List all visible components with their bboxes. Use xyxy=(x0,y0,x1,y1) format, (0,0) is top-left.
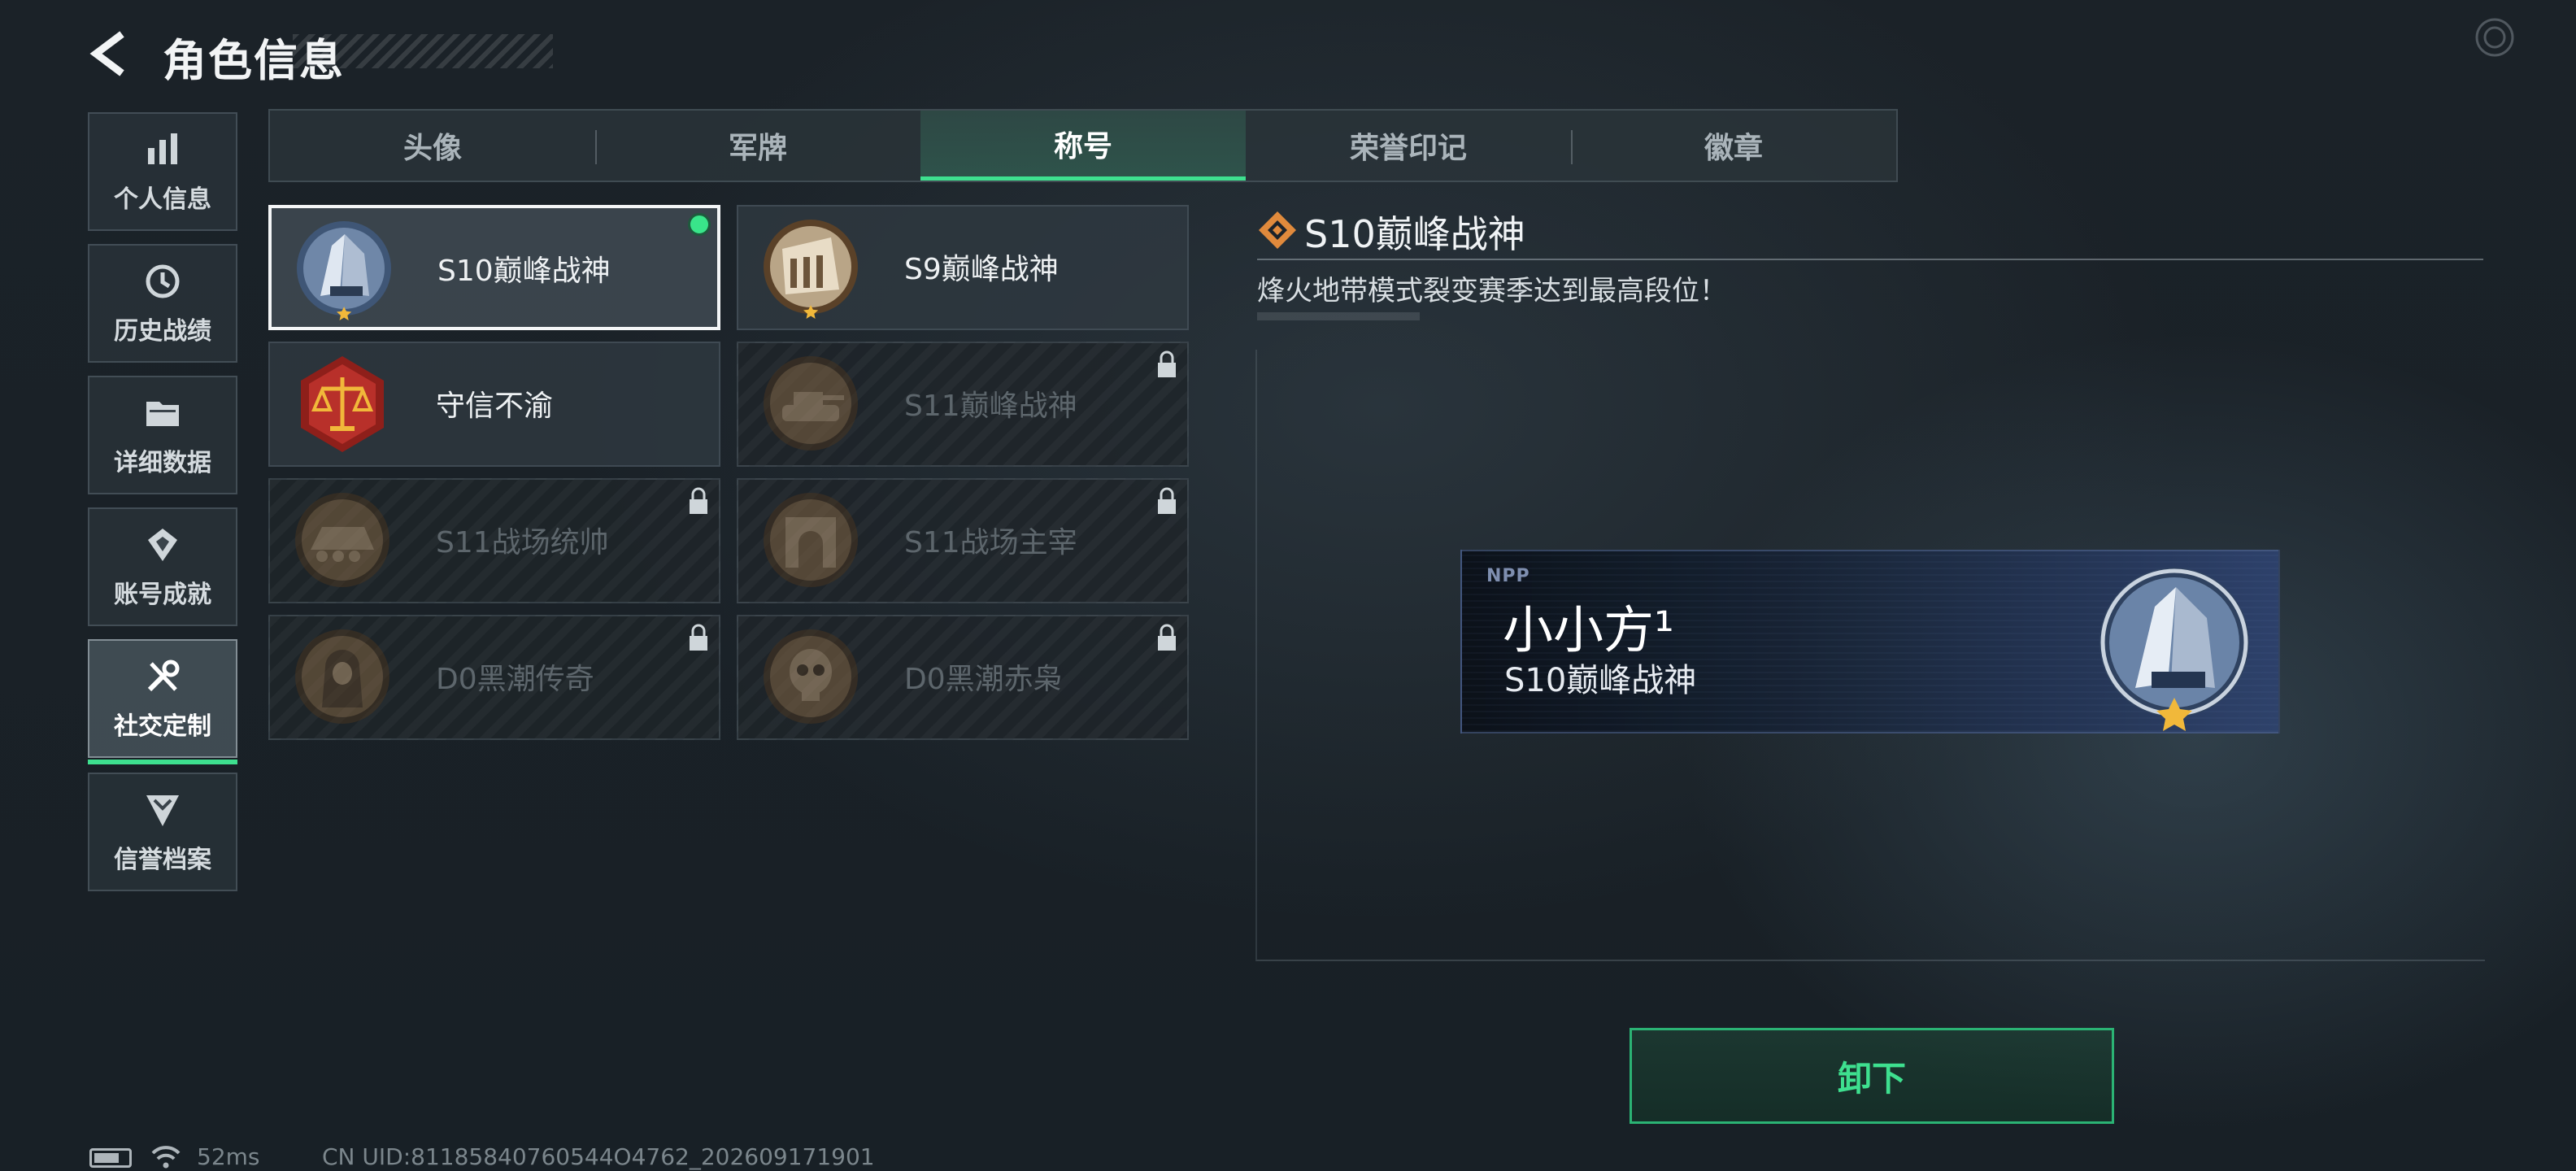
sidebar-item-credit-record[interactable]: 信誉档案 xyxy=(88,773,237,891)
title-card-s11-commander[interactable]: S11战场统帅 xyxy=(268,478,720,603)
sidebar-item-label: 详细数据 xyxy=(114,449,211,477)
sidebar-item-detailed-data[interactable]: 详细数据 xyxy=(88,376,237,494)
name-plate-preview: NPP 小小方¹ S10巅峰战神 xyxy=(1460,550,2280,734)
skull-medal-icon xyxy=(764,629,858,724)
tab-honor-mark[interactable]: 荣誉印记 xyxy=(1246,111,1571,181)
peak-war-god-medal-icon xyxy=(297,221,391,320)
sidebar-item-personal-info[interactable]: 个人信息 xyxy=(88,112,237,231)
player-title: S10巅峰战神 xyxy=(1504,662,1697,699)
user-uid: CN UID:81185840760544O4762_202609171901 xyxy=(322,1143,875,1170)
detail-title: S10巅峰战神 xyxy=(1304,212,1525,256)
sidebar-item-achievements[interactable]: 账号成就 xyxy=(88,507,237,626)
sidebar-item-social-custom[interactable]: 社交定制 xyxy=(88,639,237,764)
target-icon xyxy=(2475,18,2514,57)
title-name: 守信不渝 xyxy=(436,390,554,423)
equipped-indicator xyxy=(688,213,711,236)
tools-icon xyxy=(141,655,184,698)
title-name: D0黑潮传奇 xyxy=(436,663,594,696)
title-card-trustworthy[interactable]: 守信不渝 xyxy=(268,342,720,467)
sidebar-item-label: 信誉档案 xyxy=(114,846,211,874)
armored-vehicle-medal-icon xyxy=(295,493,389,587)
shield-chevron-icon xyxy=(141,789,184,831)
title-name: S11战场统帅 xyxy=(436,526,609,559)
lock-icon xyxy=(1158,350,1176,377)
player-name: 小小方¹ xyxy=(1503,600,1674,660)
sidebar-item-label: 账号成就 xyxy=(114,581,211,609)
history-clock-icon xyxy=(141,260,184,303)
divider xyxy=(1257,259,2483,260)
tab-bar: 头像 军牌 称号 荣誉印记 徽章 xyxy=(268,109,1898,182)
bar-chart-icon xyxy=(141,128,184,171)
tab-avatar[interactable]: 头像 xyxy=(270,111,595,181)
wifi-icon xyxy=(151,1146,181,1169)
sidebar-item-label: 社交定制 xyxy=(114,712,211,741)
achievement-badge-icon xyxy=(141,524,184,566)
lock-icon xyxy=(690,624,707,651)
title-name: S11巅峰战神 xyxy=(904,390,1077,423)
hooded-figure-medal-icon xyxy=(295,629,389,724)
tab-title[interactable]: 称号 xyxy=(920,111,1246,181)
lock-icon xyxy=(1158,487,1176,514)
title-name: S11战场主宰 xyxy=(904,526,1077,559)
title-card-s10-peak[interactable]: S10巅峰战神 xyxy=(268,205,720,330)
title-card-s11-dominator[interactable]: S11战场主宰 xyxy=(737,478,1189,603)
title-card-d0-legend[interactable]: D0黑潮传奇 xyxy=(268,615,720,740)
title-name: D0黑潮赤枭 xyxy=(904,663,1063,696)
unequip-button[interactable]: 卸下 xyxy=(1630,1028,2114,1124)
sidebar-item-label: 个人信息 xyxy=(114,185,211,214)
decorative-code-strip xyxy=(1257,312,1420,320)
plate-logo: NPP xyxy=(1486,566,1530,586)
tab-badge[interactable]: 徽章 xyxy=(1571,111,1896,181)
fortress-medal-icon xyxy=(764,220,858,319)
back-arrow-icon[interactable] xyxy=(88,29,133,78)
title-card-s11-peak[interactable]: S11巅峰战神 xyxy=(737,342,1189,467)
arch-medal-icon xyxy=(764,493,858,587)
battery-icon xyxy=(89,1148,132,1168)
diamond-rank-icon xyxy=(1259,211,1296,249)
title-name: S9巅峰战神 xyxy=(904,253,1059,286)
ping-readout: 52ms xyxy=(197,1143,260,1170)
tab-dog-tag[interactable]: 军牌 xyxy=(595,111,920,181)
title-name: S10巅峰战神 xyxy=(437,255,611,288)
lock-icon xyxy=(1158,624,1176,651)
title-decoration xyxy=(293,34,553,68)
scales-medal-icon xyxy=(301,356,384,452)
detail-description: 烽火地带模式裂变赛季达到最高段位！ xyxy=(1257,275,1727,307)
tank-medal-icon xyxy=(764,356,858,451)
title-card-s9-peak[interactable]: S9巅峰战神 xyxy=(737,205,1189,330)
sidebar-item-history[interactable]: 历史战绩 xyxy=(88,244,237,363)
folder-icon xyxy=(141,392,184,434)
lock-icon xyxy=(690,487,707,514)
peak-war-god-medal-icon xyxy=(2100,568,2249,731)
sidebar-item-label: 历史战绩 xyxy=(114,317,211,346)
title-card-d0-red-owl[interactable]: D0黑潮赤枭 xyxy=(737,615,1189,740)
